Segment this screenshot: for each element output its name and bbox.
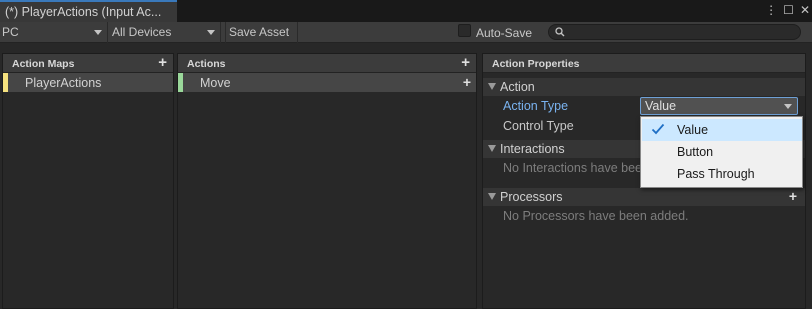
- window-controls: ⋮ ☐ ✕: [765, 3, 812, 17]
- close-icon[interactable]: ✕: [800, 3, 810, 17]
- menu-item-value[interactable]: Value: [642, 119, 802, 141]
- action-maps-header: Action Maps +: [3, 54, 173, 73]
- auto-save-label: Auto-Save: [476, 26, 533, 40]
- control-type-label: Control Type: [503, 119, 574, 133]
- action-properties-title: Action Properties: [492, 58, 580, 70]
- action-type-label: Action Type: [503, 99, 569, 113]
- device-value: All Devices: [112, 25, 172, 39]
- menu-item-label: Pass Through: [677, 167, 755, 181]
- action-type-menu: Value Button Pass Through: [640, 116, 803, 188]
- action-section-header[interactable]: Action: [483, 78, 805, 96]
- menu-item-label: Button: [677, 145, 714, 159]
- interactions-section-label: Interactions: [500, 142, 565, 156]
- control-scheme-value: PC: [2, 25, 19, 39]
- window-tab-bar: (*) PlayerActions (Input Ac... ⋮ ☐ ✕: [0, 0, 812, 22]
- action-item[interactable]: Move +: [178, 73, 476, 92]
- action-properties-header: Action Properties: [483, 54, 805, 73]
- actions-panel: Actions + Move +: [177, 53, 477, 309]
- add-processor-icon[interactable]: +: [789, 188, 797, 204]
- interactions-empty-text: No Interactions have bee: [503, 161, 642, 175]
- toolbar: PC All Devices Save Asset Auto-Save: [0, 22, 812, 43]
- processors-section-label: Processors: [500, 190, 563, 204]
- maximize-icon[interactable]: ☐: [783, 3, 794, 17]
- window-tab-title: (*) PlayerActions (Input Ac...: [5, 5, 162, 19]
- add-action-icon[interactable]: +: [461, 54, 470, 71]
- chevron-down-icon: [94, 30, 102, 35]
- action-type-value: Value: [645, 99, 677, 113]
- add-binding-icon[interactable]: +: [463, 74, 471, 90]
- chevron-down-icon: [784, 104, 792, 109]
- menu-item-pass-through[interactable]: Pass Through: [642, 163, 802, 185]
- auto-save-checkbox[interactable]: [458, 24, 471, 37]
- action-label: Move: [200, 76, 231, 90]
- search-icon: [555, 27, 565, 37]
- action-maps-title: Action Maps: [12, 58, 75, 70]
- processors-section-header[interactable]: Processors +: [483, 188, 805, 206]
- actions-header: Actions +: [178, 54, 476, 73]
- search-input[interactable]: [548, 24, 801, 40]
- action-type-dropdown[interactable]: Value: [640, 97, 798, 115]
- triangle-down-icon: [488, 193, 496, 200]
- chevron-down-icon: [207, 30, 215, 35]
- window-tab[interactable]: (*) PlayerActions (Input Ac...: [0, 0, 177, 22]
- processors-empty-text: No Processors have been added.: [503, 209, 689, 223]
- checkmark-icon: [651, 123, 665, 135]
- menu-item-button[interactable]: Button: [642, 141, 802, 163]
- action-maps-panel: Action Maps + PlayerActions: [2, 53, 174, 309]
- control-scheme-dropdown[interactable]: PC: [0, 22, 108, 43]
- save-asset-button[interactable]: Save Asset: [225, 22, 298, 43]
- triangle-down-icon: [488, 83, 496, 90]
- device-dropdown[interactable]: All Devices: [109, 22, 221, 43]
- add-action-map-icon[interactable]: +: [158, 54, 167, 71]
- triangle-down-icon: [488, 145, 496, 152]
- action-section-label: Action: [500, 80, 535, 94]
- processors-empty-row: No Processors have been added.: [483, 206, 805, 227]
- action-map-item[interactable]: PlayerActions: [3, 73, 173, 92]
- more-vertical-icon[interactable]: ⋮: [765, 3, 777, 17]
- action-map-label: PlayerActions: [25, 76, 102, 90]
- action-map-color-stripe: [3, 73, 8, 92]
- actions-title: Actions: [187, 58, 226, 70]
- action-color-stripe: [178, 73, 183, 92]
- menu-item-label: Value: [677, 123, 709, 137]
